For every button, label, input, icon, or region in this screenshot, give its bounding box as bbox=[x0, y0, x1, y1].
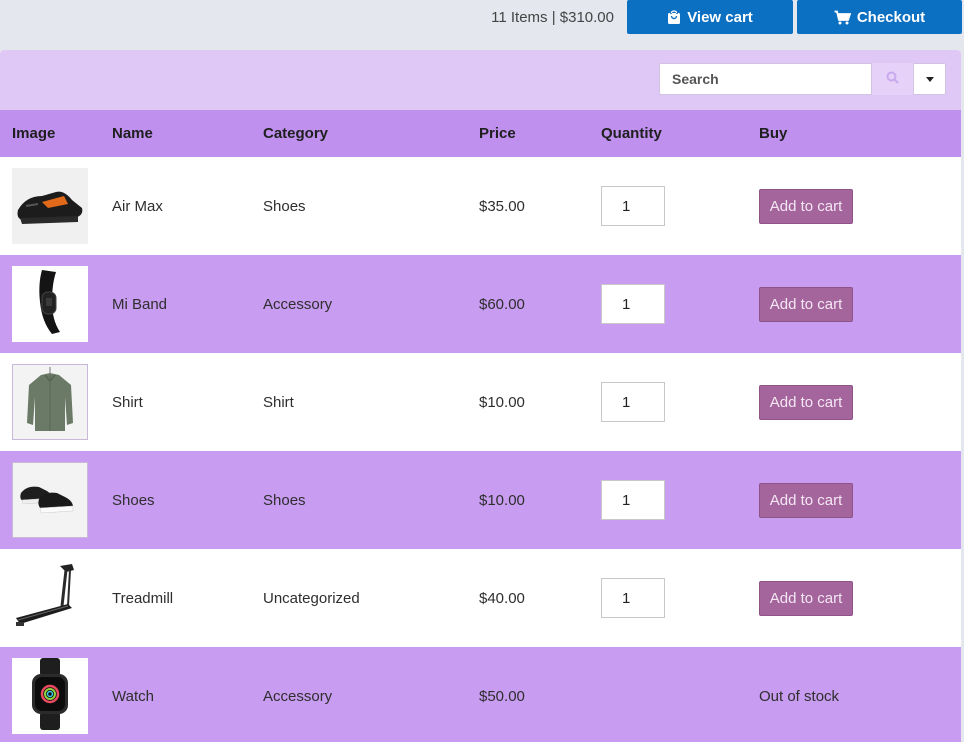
column-header-category[interactable]: Category bbox=[263, 110, 479, 157]
search-button[interactable] bbox=[872, 63, 913, 95]
checkout-button[interactable]: Checkout bbox=[797, 0, 962, 34]
column-header-buy[interactable]: Buy bbox=[759, 110, 961, 157]
product-category: Accessory bbox=[263, 295, 333, 313]
add-to-cart-button[interactable]: Add to cart bbox=[759, 580, 853, 616]
column-header-image[interactable]: Image bbox=[0, 110, 112, 157]
product-name[interactable]: Treadmill bbox=[112, 549, 263, 647]
product-image[interactable] bbox=[12, 658, 88, 734]
product-name[interactable]: Watch bbox=[112, 647, 263, 742]
table-header-row: Image Name Category Price Quantity Buy bbox=[0, 110, 961, 157]
product-name[interactable]: Shoes bbox=[112, 451, 263, 549]
product-category: Shoes bbox=[263, 197, 306, 215]
table-row: Shirt Shirt $10.00 Add to cart bbox=[0, 353, 961, 451]
view-cart-button[interactable]: View cart bbox=[627, 0, 793, 34]
column-header-price[interactable]: Price bbox=[479, 110, 601, 157]
product-price: $50.00 bbox=[479, 687, 525, 705]
shirt-icon bbox=[13, 365, 87, 439]
product-name[interactable]: Mi Band bbox=[112, 255, 263, 353]
product-price: $10.00 bbox=[479, 393, 525, 411]
smartwatch-icon bbox=[12, 658, 88, 734]
search-icon bbox=[886, 71, 899, 87]
product-name[interactable]: Air Max bbox=[112, 157, 263, 255]
cart-summary: 11 Items | $310.00 bbox=[491, 9, 614, 26]
fitness-band-icon bbox=[12, 266, 88, 342]
search-input[interactable] bbox=[659, 63, 872, 95]
product-category: Shoes bbox=[263, 491, 306, 509]
add-to-cart-button[interactable]: Add to cart bbox=[759, 286, 853, 322]
product-image[interactable] bbox=[12, 168, 88, 244]
table-row: Watch Accessory $50.00 Out of stock bbox=[0, 647, 961, 742]
product-category: Accessory bbox=[263, 687, 333, 705]
quantity-input[interactable] bbox=[601, 578, 665, 618]
checkout-label: Checkout bbox=[856, 8, 926, 26]
column-options-dropdown[interactable] bbox=[913, 63, 946, 95]
add-to-cart-button[interactable]: Add to cart bbox=[759, 188, 853, 224]
table-row: Shoes Shoes $10.00 Add to cart bbox=[0, 451, 961, 549]
product-table-panel: Image Name Category Price Quantity Buy A bbox=[0, 50, 961, 742]
product-image[interactable] bbox=[12, 462, 88, 538]
product-category: Shirt bbox=[263, 393, 294, 411]
quantity-input[interactable] bbox=[601, 480, 665, 520]
table-row: Treadmill Uncategorized $40.00 Add to ca… bbox=[0, 549, 961, 647]
quantity-cell-empty bbox=[601, 647, 759, 742]
column-header-quantity[interactable]: Quantity bbox=[601, 110, 759, 157]
view-cart-label: View cart bbox=[687, 8, 753, 26]
product-image[interactable] bbox=[12, 364, 88, 440]
product-table: Image Name Category Price Quantity Buy A bbox=[0, 110, 961, 742]
table-toolbar bbox=[0, 50, 961, 110]
product-price: $40.00 bbox=[479, 589, 525, 607]
quantity-input[interactable] bbox=[601, 382, 665, 422]
column-header-name[interactable]: Name bbox=[112, 110, 263, 157]
add-to-cart-button[interactable]: Add to cart bbox=[759, 482, 853, 518]
product-price: $35.00 bbox=[479, 197, 525, 215]
sneaker-icon bbox=[12, 168, 88, 244]
product-image[interactable] bbox=[12, 266, 88, 342]
add-to-cart-button[interactable]: Add to cart bbox=[759, 384, 853, 420]
quantity-input[interactable] bbox=[601, 284, 665, 324]
out-of-stock-label: Out of stock bbox=[759, 687, 840, 705]
product-name[interactable]: Shirt bbox=[112, 353, 263, 451]
product-price: $60.00 bbox=[479, 295, 525, 313]
caret-down-icon bbox=[925, 76, 934, 82]
cart-bag-icon bbox=[667, 9, 681, 25]
product-category: Uncategorized bbox=[263, 589, 360, 607]
product-price: $10.00 bbox=[479, 491, 525, 509]
search-group bbox=[659, 63, 946, 97]
shopping-cart-icon bbox=[834, 10, 851, 25]
top-bar: 11 Items | $310.00 View cart Checkout bbox=[0, 0, 964, 36]
shoes-icon bbox=[13, 463, 87, 537]
table-row: Air Max Shoes $35.00 Add to cart bbox=[0, 157, 961, 255]
treadmill-icon bbox=[12, 560, 88, 636]
product-image[interactable] bbox=[12, 560, 88, 636]
quantity-input[interactable] bbox=[601, 186, 665, 226]
table-row: Mi Band Accessory $60.00 Add to cart bbox=[0, 255, 961, 353]
